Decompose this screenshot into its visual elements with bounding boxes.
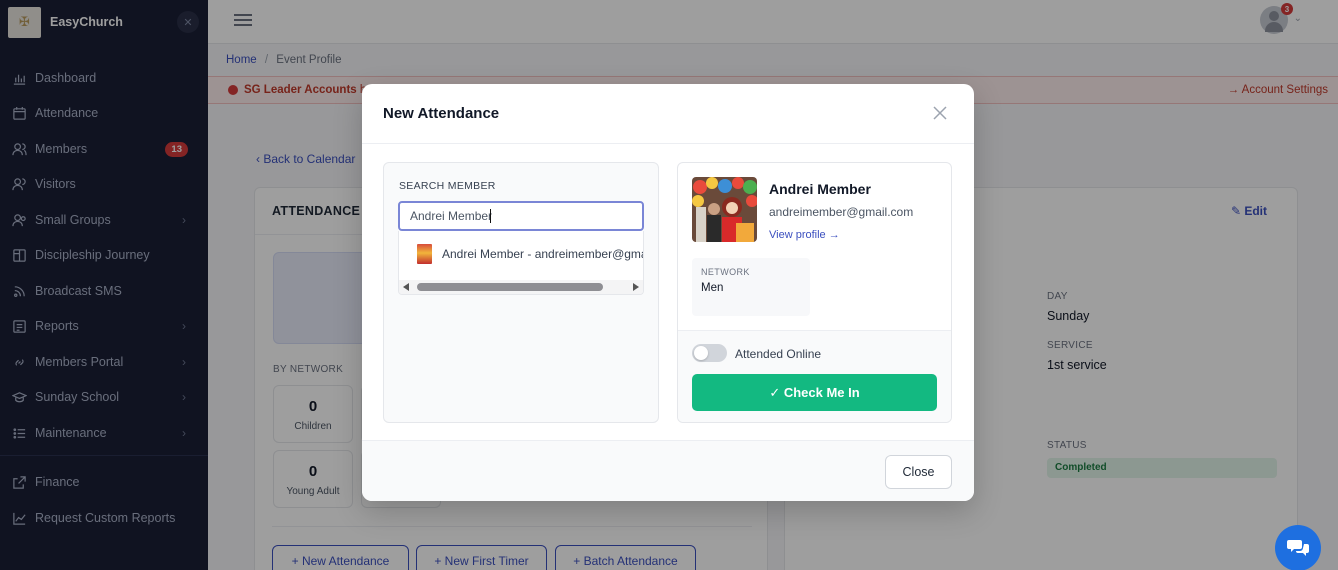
check-me-in-button[interactable]: ✓ Check Me In [692,374,937,411]
text-caret [490,209,491,223]
selected-member-panel: Andrei Member andreimember@gmail.com Vie… [677,162,952,423]
view-profile-link[interactable]: View profile → [769,229,840,241]
search-member-panel: SEARCH MEMBER Andrei Member - andreimemb… [383,162,659,423]
search-member-input[interactable] [398,201,644,231]
attended-online-toggle[interactable] [692,344,727,362]
member-thumbnail [417,244,432,264]
member-name: Andrei Member [769,181,871,197]
member-photo [692,177,757,242]
attended-online-label: Attended Online [735,347,822,361]
search-results-dropdown[interactable]: Andrei Member - andreimember@gmail.com [398,231,644,295]
close-button[interactable]: Close [885,455,952,489]
chat-button[interactable] [1275,525,1321,570]
scroll-right-icon[interactable] [633,283,639,291]
horizontal-scrollbar[interactable] [399,280,643,294]
search-result-label: Andrei Member - andreimember@gmail.com [442,247,644,261]
modal-footer: Close [362,440,974,501]
search-member-label: SEARCH MEMBER [399,180,496,192]
search-result-item[interactable]: Andrei Member - andreimember@gmail.com [417,244,644,264]
scrollbar-thumb[interactable] [417,283,603,291]
close-icon[interactable] [932,105,948,121]
chat-icon [1287,540,1309,556]
network-info: NETWORK Men [692,258,810,316]
network-label: NETWORK [701,267,750,277]
member-email: andreimember@gmail.com [769,205,914,219]
network-value: Men [701,282,724,294]
modal-title: New Attendance [383,105,500,122]
divider [362,143,974,144]
checkin-area: Attended Online ✓ Check Me In [678,330,951,422]
new-attendance-modal: New Attendance SEARCH MEMBER Andrei Memb… [362,84,974,501]
scroll-left-icon[interactable] [403,283,409,291]
